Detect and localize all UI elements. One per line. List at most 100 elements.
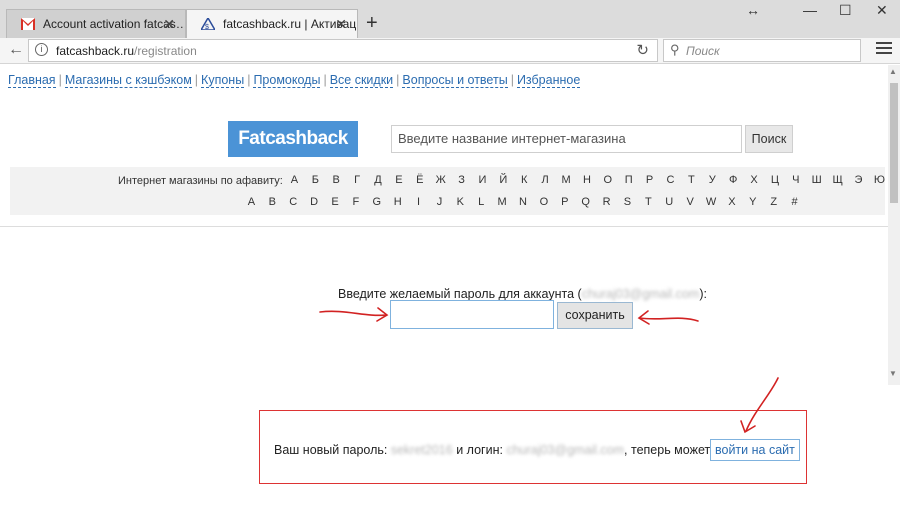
store-search-input[interactable]: Введите название интернет-магазина [391,125,742,153]
close-window-icon[interactable]: ✕ [876,2,888,19]
reload-icon[interactable]: ↻ [636,41,649,59]
url-host: fatcashback.ru [56,44,135,58]
password-input[interactable] [390,300,554,329]
close-tab-icon[interactable]: ✕ [335,10,347,38]
search-button[interactable]: Поиск [745,125,793,153]
alphabet-letter[interactable]: П [618,174,639,186]
alphabet-letter[interactable]: M [492,196,513,208]
alphabet-letter[interactable]: Ч [785,174,806,186]
alphabet-letter[interactable]: S [617,196,638,208]
scrollbar-thumb[interactable] [890,83,898,203]
page-scrollbar[interactable]: ▲ ▼ [888,65,900,385]
alphabet-letter[interactable]: У [702,174,723,186]
arrow-left-icon [319,310,387,317]
alphabet-letter[interactable]: И [472,174,493,186]
nav-faq[interactable]: Вопросы и ответы [402,73,508,88]
close-tab-icon[interactable]: ✕ [163,10,175,38]
resize-icon[interactable]: ↔ [746,2,760,18]
hamburger-menu-icon[interactable] [876,42,892,56]
result-box: Ваш новый пароль: sekret2016 и логин: ch… [259,410,807,484]
alphabet-letter[interactable]: Г [347,174,368,186]
alphabet-letter[interactable]: E [325,196,346,208]
nav-coupons[interactable]: Купоны [201,73,245,88]
save-button[interactable]: сохранить [557,302,633,329]
alphabet-letter[interactable]: H [387,196,408,208]
alphabet-letter[interactable]: # [784,196,805,208]
site-icon: $ [201,18,215,30]
alphabet-letter[interactable]: Ё [409,174,430,186]
login-button[interactable]: войти на сайт [710,439,800,461]
tab-bar: Account activation fatcas… ✕ $ fatcashba… [0,0,900,38]
alphabet-letter[interactable]: P [554,196,575,208]
alphabet-letter[interactable]: L [471,196,492,208]
minimize-icon[interactable]: — [803,2,817,18]
nav-all-discounts[interactable]: Все скидки [329,73,394,88]
browser-search-input[interactable]: ⚲ Поиск [663,39,861,62]
alphabet-letter[interactable]: А [284,174,305,186]
arrow-right-head-icon [637,310,650,325]
new-tab-icon[interactable]: + [366,12,378,34]
nav-home[interactable]: Главная [8,73,56,88]
alphabet-letter[interactable]: Т [681,174,702,186]
alphabet-letter[interactable]: K [450,196,471,208]
alphabet-letter[interactable]: Н [576,174,597,186]
alphabet-letter[interactable]: C [283,196,304,208]
alphabet-letter[interactable]: К [514,174,535,186]
alphabet-letter[interactable]: W [701,196,722,208]
alphabet-letter[interactable]: О [597,174,618,186]
maximize-icon[interactable]: ☐ [839,2,852,19]
alphabet-letter[interactable]: М [556,174,577,186]
alphabet-letter[interactable]: A [241,196,262,208]
alphabet-letter[interactable]: G [366,196,387,208]
alphabet-letter[interactable]: Z [763,196,784,208]
alphabet-letter[interactable]: Р [639,174,660,186]
alphabet-letter[interactable]: Ц [764,174,785,186]
alphabet-label: Интернет магазины по афавиту: [118,175,283,187]
alphabet-letter[interactable]: Ж [430,174,451,186]
alphabet-letter[interactable]: Х [744,174,765,186]
info-icon[interactable]: i [35,43,48,56]
alphabet-letter[interactable]: N [513,196,534,208]
alphabet-letter[interactable]: O [533,196,554,208]
alphabet-letter[interactable]: Б [305,174,326,186]
url-bar[interactable]: i fatcashback.ru/registration ↻ [28,39,658,62]
alphabet-letter[interactable]: J [429,196,450,208]
back-arrow-icon[interactable]: ← [8,41,24,59]
alphabet-letter[interactable]: D [304,196,325,208]
alphabet-letter[interactable]: Э [848,174,869,186]
alphabet-letter[interactable]: С [660,174,681,186]
nav-cashback-stores[interactable]: Магазины с кэшбэком [64,73,192,88]
alphabet-letter[interactable]: I [408,196,429,208]
alphabet-letter[interactable]: В [326,174,347,186]
alphabet-letter[interactable]: З [451,174,472,186]
alphabet-letter[interactable]: Е [388,174,409,186]
alphabet-letter[interactable]: Ш [806,174,827,186]
alphabet-letter[interactable]: Ф [723,174,744,186]
alphabet-letter[interactable]: Q [575,196,596,208]
alphabet-letter[interactable]: Д [368,174,389,186]
prompt-tail: ): [699,287,707,301]
alphabet-letter[interactable]: F [345,196,366,208]
alphabet-letter[interactable]: Y [742,196,763,208]
alphabet-letter[interactable]: Й [493,174,514,186]
alphabet-letter[interactable]: Л [535,174,556,186]
svg-text:$: $ [205,24,209,30]
scroll-up-icon[interactable]: ▲ [889,67,897,76]
result-password: sekret2016 [390,443,453,457]
nav-favorites[interactable]: Избранное [516,73,581,88]
search-placeholder: Поиск [686,44,720,58]
tab-gmail[interactable]: Account activation fatcas… ✕ [6,9,186,38]
tab-fatcashback[interactable]: $ fatcashback.ru | Активаци… ✕ [186,9,358,38]
alphabet-letter[interactable]: Щ [827,174,848,186]
nav-promocodes[interactable]: Промокоды [253,73,321,88]
prompt-email: churaj03@gmail.com [581,287,700,301]
alphabet-letter[interactable]: V [680,196,701,208]
alphabet-letter[interactable]: Ю [869,174,890,186]
alphabet-letter[interactable]: B [262,196,283,208]
alphabet-letter[interactable]: X [721,196,742,208]
alphabet-letter[interactable]: U [659,196,680,208]
scroll-down-icon[interactable]: ▼ [889,369,897,378]
site-logo[interactable]: Fatcashback [228,121,358,157]
alphabet-letter[interactable]: T [638,196,659,208]
alphabet-letter[interactable]: R [596,196,617,208]
